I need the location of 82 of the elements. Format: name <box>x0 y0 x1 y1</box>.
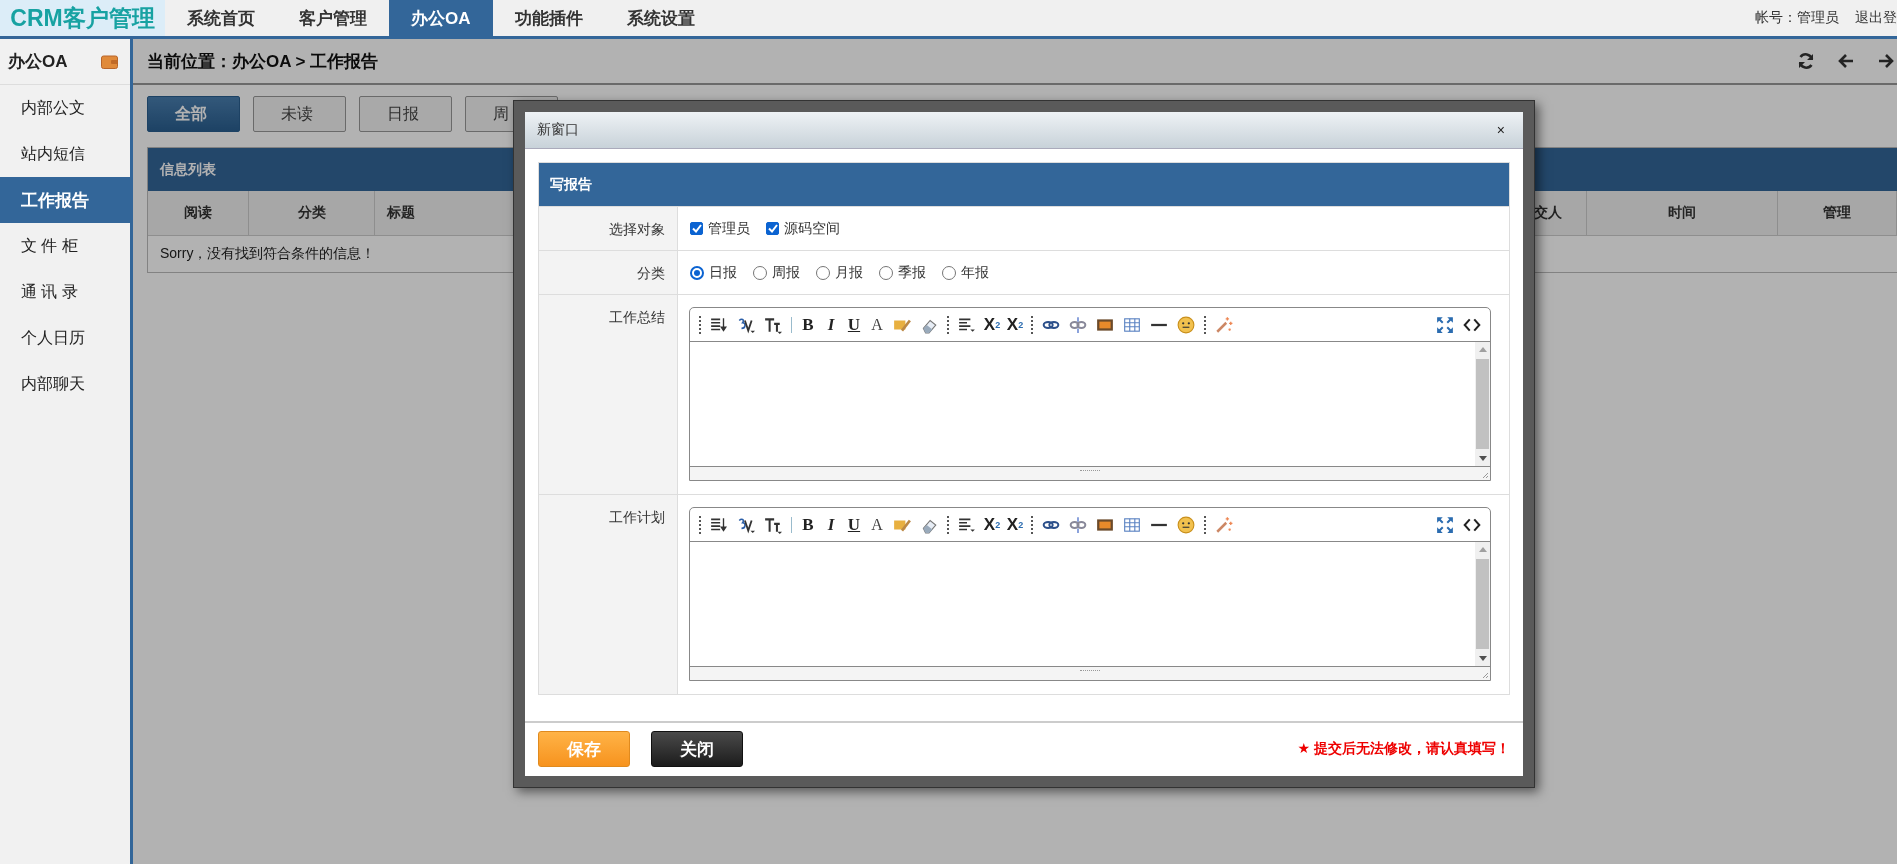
arrow-right-icon[interactable] <box>1877 52 1895 70</box>
font-color-button[interactable]: A <box>866 512 888 537</box>
fullscreen-icon[interactable] <box>1436 515 1454 534</box>
resize-handle[interactable] <box>1482 472 1489 479</box>
sidebar-item[interactable]: 文 件 柜 <box>0 223 130 269</box>
wallet-icon <box>101 54 118 69</box>
smiley-icon[interactable] <box>1177 315 1195 334</box>
checkbox-label: 管理员 <box>708 219 750 238</box>
unlink-icon[interactable] <box>1069 515 1087 534</box>
nav-tab[interactable]: 功能插件 <box>492 0 605 36</box>
bold-button[interactable]: B <box>797 312 819 337</box>
form-header: 写报告 <box>539 163 1509 206</box>
close-button[interactable]: × <box>1490 121 1511 139</box>
font-size-icon[interactable] <box>764 315 782 334</box>
refresh-icon[interactable] <box>1797 52 1815 70</box>
radio-label: 周报 <box>772 263 800 282</box>
font-color-button[interactable]: A <box>866 312 888 337</box>
field-label: 分类 <box>539 251 678 294</box>
filter-button[interactable]: 日报 <box>359 96 452 132</box>
column-header: 分类 <box>249 191 375 235</box>
table-icon[interactable] <box>1123 315 1141 334</box>
checkbox[interactable] <box>766 222 779 235</box>
magic-wand-icon[interactable] <box>1215 315 1233 334</box>
sidebar-title: 办公OA <box>8 51 68 73</box>
nav-tab[interactable]: 系统首页 <box>165 0 277 36</box>
scrollbar[interactable] <box>1475 542 1490 666</box>
sidebar-item[interactable]: 内部聊天 <box>0 361 130 407</box>
radio-button[interactable] <box>879 265 893 280</box>
arrow-left-icon[interactable] <box>1837 52 1855 70</box>
radio-label: 年报 <box>961 263 989 282</box>
logout-link[interactable]: 退出登 <box>1855 9 1897 27</box>
superscript-button[interactable]: X$^{2}$ <box>981 512 1003 537</box>
breadcrumb: 当前位置：办公OA > 工作报告 <box>147 50 379 73</box>
sidebar-item[interactable]: 工作报告 <box>0 177 130 223</box>
nav-tab[interactable]: 系统设置 <box>604 0 717 36</box>
sidebar-item[interactable]: 站内短信 <box>0 131 130 177</box>
resize-handle[interactable] <box>1482 672 1489 679</box>
checkbox-label: 源码空间 <box>784 219 840 238</box>
sidebar-item[interactable]: 内部公文 <box>0 85 130 131</box>
fullscreen-icon[interactable] <box>1436 315 1454 334</box>
radio-label: 月报 <box>835 263 863 282</box>
sidebar-item[interactable]: 通 讯 录 <box>0 269 130 315</box>
filter-button[interactable]: 全部 <box>147 96 240 132</box>
empty-message: Sorry，没有找到符合条件的信息！ <box>160 245 376 263</box>
radio-label: 日报 <box>709 263 737 282</box>
warning-notice: ★ 提交后无法修改，请认真填写！ <box>1297 740 1510 758</box>
radio-button[interactable] <box>942 265 956 280</box>
field-label: 工作计划 <box>539 495 678 694</box>
nav-tab[interactable]: 客户管理 <box>277 0 389 36</box>
underline-button[interactable]: U <box>843 312 865 337</box>
paragraph-format-icon[interactable] <box>710 315 728 334</box>
font-family-icon[interactable] <box>737 315 755 334</box>
column-header: 管理 <box>1778 191 1897 235</box>
radio-label: 季报 <box>898 263 926 282</box>
table-icon[interactable] <box>1123 515 1141 534</box>
scroll-down-icon[interactable] <box>1478 656 1487 661</box>
radio-button[interactable] <box>816 265 830 280</box>
unlink-icon[interactable] <box>1069 315 1087 334</box>
scrollbar[interactable] <box>1475 342 1490 466</box>
paragraph-format-icon[interactable] <box>710 515 728 534</box>
checkbox[interactable] <box>690 222 703 235</box>
sidebar-item[interactable]: 个人日历 <box>0 315 130 361</box>
italic-button[interactable]: I <box>820 312 842 337</box>
filter-button[interactable]: 未读 <box>253 96 346 132</box>
font-family-icon[interactable] <box>737 515 755 534</box>
superscript-button[interactable]: X$^{2}$ <box>981 312 1003 337</box>
italic-button[interactable]: I <box>820 512 842 537</box>
font-size-icon[interactable] <box>764 515 782 534</box>
nav-tab[interactable]: 办公OA <box>389 0 493 36</box>
account-label: 帐号：管理员 <box>1755 9 1839 27</box>
scroll-down-icon[interactable] <box>1478 456 1487 461</box>
smiley-icon[interactable] <box>1177 515 1195 534</box>
column-header: 阅读 <box>148 191 249 235</box>
magic-wand-icon[interactable] <box>1215 515 1233 534</box>
close-dialog-button[interactable]: 关闭 <box>651 731 743 767</box>
radio-button[interactable] <box>690 265 704 280</box>
field-label: 工作总结 <box>539 295 678 494</box>
radio-button[interactable] <box>753 265 767 280</box>
column-header: 时间 <box>1587 191 1778 235</box>
underline-button[interactable]: U <box>843 512 865 537</box>
field-label: 选择对象 <box>539 207 678 250</box>
bold-button[interactable]: B <box>797 512 819 537</box>
